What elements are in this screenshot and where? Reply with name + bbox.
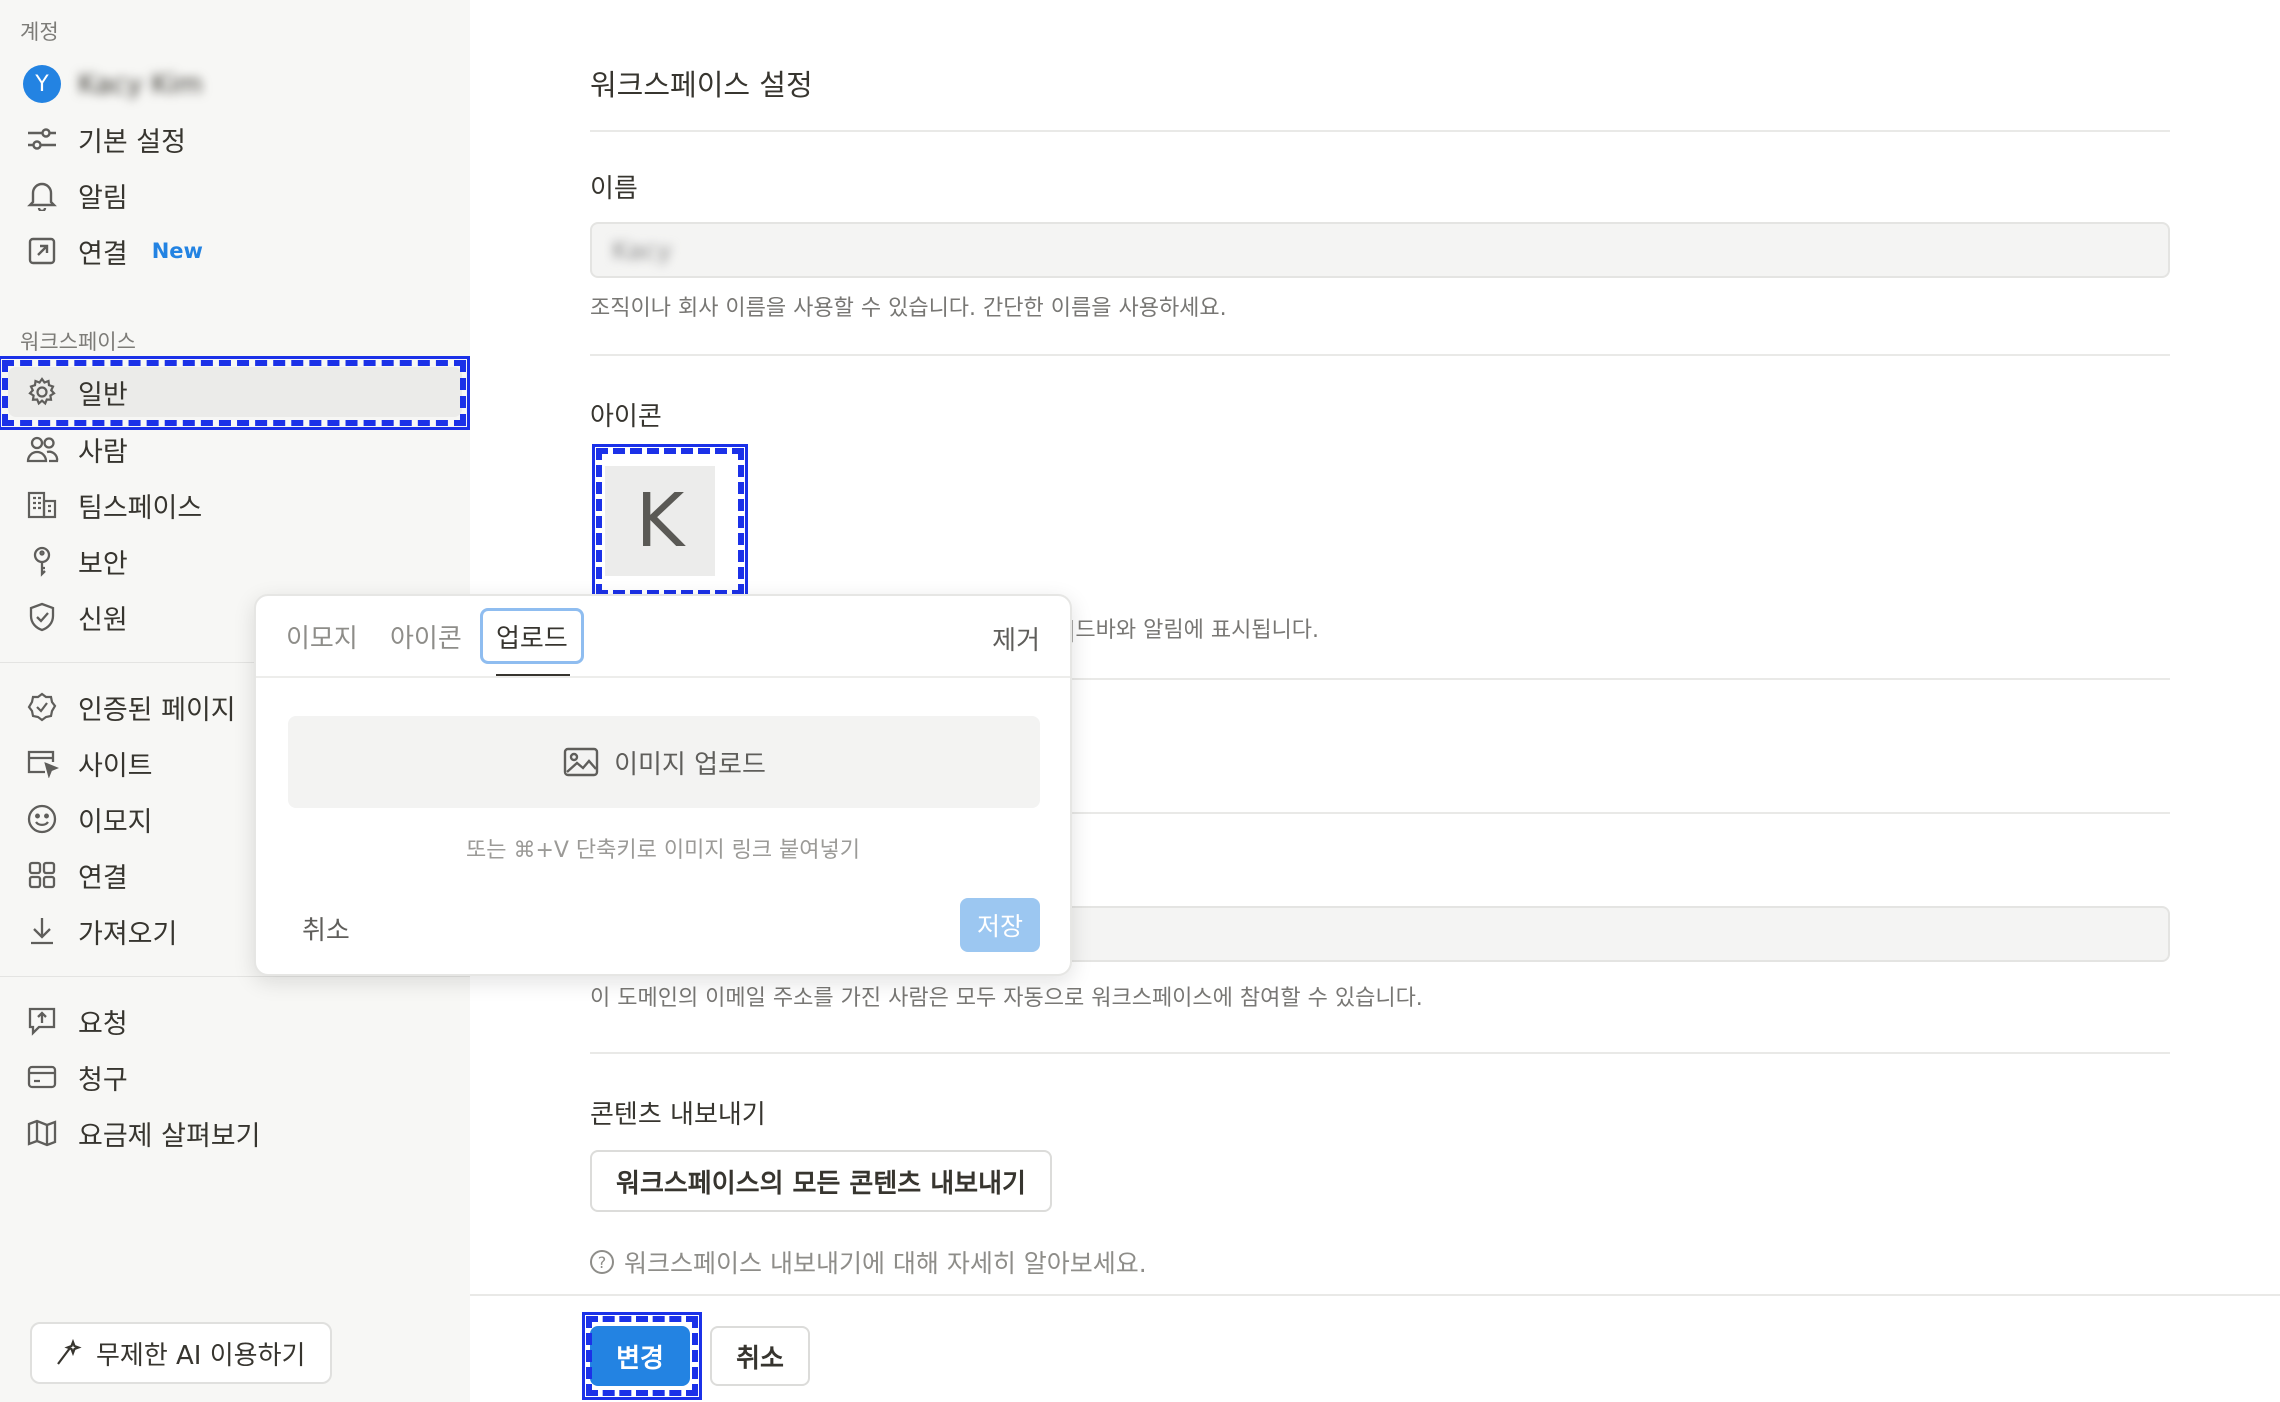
sidebar-item-teamspaces[interactable]: 팀스페이스: [8, 480, 462, 530]
section-divider: [590, 130, 2170, 132]
sidebar-item-label: 신원: [78, 604, 128, 636]
sidebar-item-label: 이모지: [78, 806, 153, 838]
people-icon: [16, 434, 68, 464]
sidebar-item-preferences[interactable]: 기본 설정: [8, 114, 462, 164]
sidebar-item-label: 요금제 살펴보기: [78, 1120, 261, 1152]
popover-save-button[interactable]: 저장: [960, 898, 1040, 952]
sidebar-item-label: 보안: [78, 548, 128, 580]
tab-upload[interactable]: 업로드: [496, 618, 568, 655]
section-divider: [590, 354, 2170, 356]
name-input[interactable]: Kacy: [590, 222, 2170, 278]
highlight-general: [0, 356, 470, 430]
sidebar-divider: [0, 976, 470, 977]
name-hint: 조직이나 회사 이름을 사용할 수 있습니다. 간단한 이름을 사용하세요.: [590, 296, 1227, 321]
key-icon: [16, 545, 68, 577]
sliders-icon: [16, 125, 68, 153]
sidebar-item-label: 사람: [78, 436, 128, 468]
sidebar-item-label: 알림: [78, 182, 128, 214]
sidebar-item-billing[interactable]: 청구: [8, 1052, 462, 1102]
new-badge: New: [151, 239, 203, 263]
shield-check-icon: [16, 601, 68, 633]
sidebar-item-label: 연결: [78, 238, 128, 270]
sidebar-item-label: 가져오기: [78, 918, 178, 950]
page-title: 워크스페이스 설정: [590, 68, 813, 102]
highlight-save-button: [582, 1312, 702, 1400]
image-icon: [562, 746, 600, 778]
sidebar-item-people[interactable]: 사람: [8, 424, 462, 474]
footer-divider: [470, 1294, 2280, 1296]
tab-icons[interactable]: 아이콘: [390, 618, 462, 655]
name-input-value: Kacy: [612, 235, 672, 265]
grid-icon: [16, 860, 68, 890]
workspace-section-label: 워크스페이스: [20, 330, 136, 354]
sidebar-item-connections[interactable]: 연결 New: [8, 226, 462, 276]
name-label: 이름: [590, 174, 638, 204]
browser-cursor-icon: [16, 748, 68, 778]
upload-image-button[interactable]: 이미지 업로드: [288, 716, 1040, 808]
upload-image-label: 이미지 업로드: [614, 749, 766, 780]
building-icon: [16, 490, 68, 520]
sidebar-item-notifications[interactable]: 알림: [8, 170, 462, 220]
sidebar-item-label: 인증된 페이지: [78, 694, 236, 726]
export-learn-more-link[interactable]: ? 워크스페이스 내보내기에 대해 자세히 알아보세요.: [590, 1244, 1147, 1280]
domain-hint: 이 도메인의 이메일 주소를 가진 사람은 모두 자동으로 워크스페이스에 참여…: [590, 986, 1423, 1011]
export-label: 콘텐츠 내보내기: [590, 1100, 766, 1130]
arrow-out-square-icon: [16, 236, 68, 266]
account-section-label: 계정: [20, 20, 59, 44]
sidebar-item-label: 청구: [78, 1064, 128, 1096]
help-circle-icon: ?: [590, 1250, 614, 1274]
cancel-button[interactable]: 취소: [710, 1326, 810, 1386]
sidebar-item-label: 사이트: [78, 750, 153, 782]
highlight-workspace-icon: [592, 444, 748, 600]
sidebar-item-plans[interactable]: 요금제 살펴보기: [8, 1108, 462, 1158]
bell-icon: [16, 179, 68, 211]
remove-icon-button[interactable]: 제거: [992, 620, 1040, 657]
sidebar-item-security[interactable]: 보안: [8, 536, 462, 586]
sidebar-item-user[interactable]: Y Kacy Kim: [8, 59, 462, 109]
sidebar-item-label: 팀스페이스: [78, 492, 203, 524]
learn-more-text: 워크스페이스 내보내기에 대해 자세히 알아보세요.: [624, 1249, 1147, 1278]
popover-cancel-button[interactable]: 취소: [302, 910, 350, 947]
request-upload-icon: [16, 1005, 68, 1037]
icon-hint: |드바와 알림에 표시됩니다.: [1068, 618, 1320, 643]
icon-picker-popover: 이모지 아이콘 업로드 제거 이미지 업로드 또는 ⌘+V 단축키로 이미지 링…: [254, 594, 1072, 976]
section-divider: [590, 1052, 2170, 1054]
sidebar-item-label: 기본 설정: [78, 126, 186, 158]
unlimited-ai-label: 무제한 AI 이용하기: [96, 1340, 306, 1371]
export-all-content-button[interactable]: 워크스페이스의 모든 콘텐츠 내보내기: [590, 1150, 1052, 1212]
tab-emoji[interactable]: 이모지: [286, 618, 358, 655]
icon-label: 아이콘: [590, 402, 662, 432]
download-arrow-icon: [16, 915, 68, 947]
user-name: Kacy Kim: [78, 68, 203, 100]
verified-badge-icon: [16, 691, 68, 723]
ai-sparkle-icon: [54, 1339, 82, 1367]
paste-link-hint: 또는 ⌘+V 단축키로 이미지 링크 붙여넣기: [465, 838, 861, 863]
unlimited-ai-button[interactable]: 무제한 AI 이용하기: [30, 1322, 332, 1384]
smiley-icon: [16, 803, 68, 835]
popover-divider: [256, 676, 1070, 678]
avatar: Y: [16, 65, 68, 103]
map-icon: [16, 1118, 68, 1148]
sidebar-item-label: 연결: [78, 862, 128, 894]
sidebar-item-requests[interactable]: 요청: [8, 996, 462, 1046]
credit-card-icon: [16, 1063, 68, 1091]
sidebar-item-label: 요청: [78, 1008, 128, 1040]
